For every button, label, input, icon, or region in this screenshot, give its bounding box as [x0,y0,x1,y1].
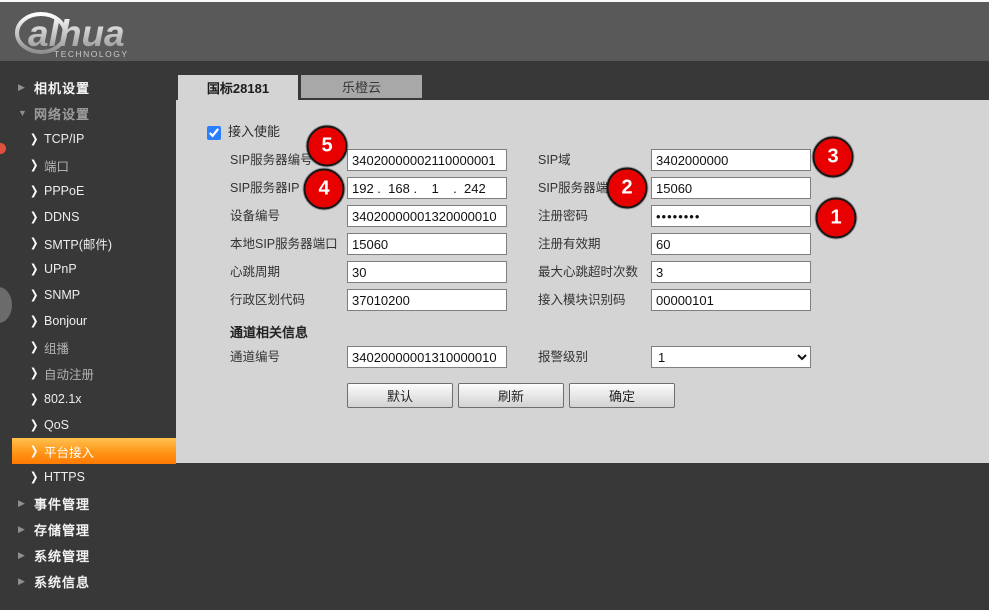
dahua-logo-icon: alhua TECHNOLOGY [8,6,178,60]
access-module-id-label: 接入模块识别码 [538,289,626,311]
annotation-circle-3: 3 [813,137,854,178]
max-heartbeat-timeout-label: 最大心跳超时次数 [538,261,638,283]
sidebar-item-event-management[interactable]: ▶事件管理 [0,490,176,516]
chevron-right-icon: ❯ [30,340,42,353]
chevron-right-icon: ❯ [30,288,42,301]
sip-domain-input[interactable] [651,149,811,171]
sidebar-item-multicast[interactable]: ❯组播 [0,334,176,360]
heartbeat-period-input[interactable] [347,261,507,283]
triangle-down-icon: ▼ [18,108,30,118]
triangle-right-icon: ▶ [18,524,30,535]
tab-gb28181[interactable]: 国标28181 [178,75,298,100]
triangle-right-icon: ▶ [18,576,30,587]
svg-text:TECHNOLOGY: TECHNOLOGY [54,49,129,59]
triangle-right-icon: ▶ [18,82,30,93]
enable-label: 接入使能 [228,121,280,143]
refresh-button[interactable]: 刷新 [458,383,564,408]
sidebar-item-platform-access[interactable]: ❯平台接入 [12,438,176,464]
sip-server-ip-label: SIP服务器IP [230,177,299,199]
chevron-right-icon: ❯ [30,392,42,405]
sidebar-item-qos[interactable]: ❯QoS [0,412,176,438]
sip-server-id-label: SIP服务器编号 [230,149,313,171]
channel-id-label: 通道编号 [230,346,280,368]
register-validity-label: 注册有效期 [538,233,601,255]
sidebar-item-snmp[interactable]: ❯SNMP [0,282,176,308]
chevron-right-icon: ❯ [30,184,42,197]
default-button[interactable]: 默认 [347,383,453,408]
sidebar-item-https[interactable]: ❯HTTPS [0,464,176,490]
sidebar-item-tcpip[interactable]: ❯TCP/IP [0,126,176,152]
register-validity-input[interactable] [651,233,811,255]
sidebar-item-storage-management[interactable]: ▶存储管理 [0,516,176,542]
device-id-label: 设备编号 [230,205,280,227]
sidebar-item-ddns[interactable]: ❯DDNS [0,204,176,230]
sidebar-item-camera-settings[interactable]: ▶相机设置 [0,74,176,100]
register-password-label: 注册密码 [538,205,588,227]
annotation-circle-5: 5 [307,126,348,167]
confirm-button[interactable]: 确定 [569,383,675,408]
triangle-right-icon: ▶ [18,498,30,509]
sidebar-item-pppoe[interactable]: ❯PPPoE [0,178,176,204]
app-window: alhua TECHNOLOGY ▶相机设置 ▼网络设置 ❯TCP/IP ❯端口… [0,0,989,610]
heartbeat-period-label: 心跳周期 [230,261,280,283]
chevron-right-icon: ❯ [30,236,42,249]
enable-checkbox[interactable] [207,126,221,140]
chevron-right-icon: ❯ [30,444,42,457]
triangle-right-icon: ▶ [18,550,30,561]
chevron-right-icon: ❯ [30,366,42,379]
channel-section-title: 通道相关信息 [230,322,308,341]
chevron-right-icon: ❯ [30,314,42,327]
sip-server-id-input[interactable] [347,149,507,171]
access-module-id-input[interactable] [651,289,811,311]
sidebar-item-bonjour[interactable]: ❯Bonjour [0,308,176,334]
register-password-input[interactable] [651,205,811,227]
alarm-level-select[interactable]: 1 [651,346,811,368]
svg-text:alhua: alhua [28,13,125,54]
chevron-right-icon: ❯ [30,158,42,171]
sidebar-item-system-management[interactable]: ▶系统管理 [0,542,176,568]
channel-id-input[interactable] [347,346,507,368]
annotation-circle-2: 2 [607,168,648,209]
sidebar-item-8021x[interactable]: ❯802.1x [0,386,176,412]
sip-domain-label: SIP域 [538,149,571,171]
sip-server-ip-input[interactable] [347,177,507,199]
max-heartbeat-timeout-input[interactable] [651,261,811,283]
sip-server-port-input[interactable] [651,177,811,199]
chevron-right-icon: ❯ [30,132,42,145]
header-bar: alhua TECHNOLOGY [0,2,989,61]
tab-lechange[interactable]: 乐橙云 [301,75,422,98]
sidebar-item-network-settings[interactable]: ▼网络设置 [0,100,176,126]
chevron-right-icon: ❯ [30,210,42,223]
annotation-circle-1: 1 [816,198,857,239]
sidebar-item-auto-register[interactable]: ❯自动注册 [0,360,176,386]
annotation-circle-4: 4 [304,169,345,210]
local-sip-port-label: 本地SIP服务器端口 [230,233,338,255]
device-id-input[interactable] [347,205,507,227]
chevron-right-icon: ❯ [30,262,42,275]
local-sip-port-input[interactable] [347,233,507,255]
sidebar-item-upnp[interactable]: ❯UPnP [0,256,176,282]
sidebar-item-smtp[interactable]: ❯SMTP(邮件) [0,230,176,256]
alarm-level-label: 报警级别 [538,346,588,368]
chevron-right-icon: ❯ [30,418,42,431]
region-code-label: 行政区划代码 [230,289,305,311]
sidebar-item-port[interactable]: ❯端口 [0,152,176,178]
sidebar-item-system-info[interactable]: ▶系统信息 [0,568,176,594]
chevron-right-icon: ❯ [30,470,42,483]
region-code-input[interactable] [347,289,507,311]
